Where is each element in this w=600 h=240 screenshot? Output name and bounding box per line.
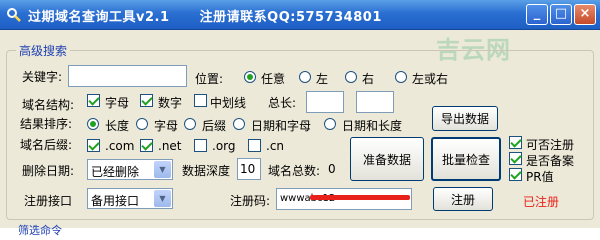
length-min-input[interactable]	[306, 91, 344, 113]
chevron-down-icon[interactable]: ▼	[154, 161, 171, 178]
sort-radio-date-length[interactable]	[324, 118, 336, 130]
sort-option-length: 长度	[105, 119, 130, 133]
structure-hyphen-label: 中划线	[210, 96, 247, 110]
sort-option-date-length: 日期和长度	[342, 119, 403, 133]
delete-date-select[interactable]: 已经删除 ▼	[87, 159, 173, 180]
registration-status: 已注册	[523, 195, 560, 209]
keyword-label: 关键字:	[22, 70, 63, 84]
position-radio-left[interactable]	[299, 71, 311, 83]
sort-option-date-letters: 日期和字母	[251, 119, 312, 133]
api-label: 注册接口	[24, 194, 73, 208]
minimize-button[interactable]: _	[526, 4, 548, 25]
sort-radio-date-letters[interactable]	[233, 118, 245, 130]
chevron-down-icon[interactable]: ▼	[154, 190, 171, 207]
window-title: 过期域名查询工具v2.1 注册请联系QQ:575734801	[28, 10, 382, 25]
position-radio-right[interactable]	[345, 71, 357, 83]
structure-letters-checkbox[interactable]	[87, 94, 100, 107]
option-registrable-checkbox[interactable]	[509, 136, 522, 149]
position-option-any: 任意	[261, 72, 286, 86]
depth-input[interactable]: 10	[237, 158, 261, 180]
app-icon	[7, 8, 21, 22]
suffix-net-checkbox[interactable]	[140, 139, 153, 152]
position-option-left-or-right: 左或右	[412, 72, 449, 86]
total-count-value: 0	[328, 162, 336, 176]
suffix-label: 域名后缀:	[20, 138, 73, 152]
suffix-org-label: .org	[212, 139, 236, 153]
register-button[interactable]: 注册	[433, 187, 493, 211]
position-radio-left-or-right[interactable]	[395, 71, 407, 83]
api-value: 备用接口	[91, 194, 140, 208]
maximize-button[interactable]: □	[550, 4, 572, 25]
close-button[interactable]: ×	[574, 4, 596, 25]
structure-label: 域名结构:	[22, 98, 75, 112]
position-option-left: 左	[316, 72, 329, 86]
sort-radio-suffix[interactable]	[184, 118, 196, 130]
position-label: 位置:	[195, 72, 224, 86]
delete-date-value: 已经删除	[91, 165, 140, 179]
title-bar[interactable]: 过期域名查询工具v2.1 注册请联系QQ:575734801 _ □ ×	[0, 0, 600, 30]
reg-code-label: 注册码:	[230, 194, 271, 208]
sort-radio-length[interactable]	[87, 118, 99, 130]
sort-label: 结果排序:	[20, 117, 73, 131]
sort-option-letters: 字母	[154, 119, 179, 133]
option-pr-label: PR值	[526, 170, 554, 184]
filter-command-label: 筛选命令	[18, 224, 62, 237]
structure-digits-checkbox[interactable]	[140, 94, 153, 107]
position-option-right: 右	[362, 72, 375, 86]
export-data-button[interactable]: 导出数据	[432, 106, 498, 131]
option-pr-checkbox[interactable]	[509, 168, 522, 181]
prepare-data-button[interactable]: 准备数据	[350, 137, 424, 181]
suffix-com-checkbox[interactable]	[87, 139, 100, 152]
total-count-label: 域名总数:	[268, 164, 321, 178]
redaction-mark	[310, 195, 410, 200]
option-icp-checkbox[interactable]	[509, 152, 522, 165]
sort-radio-letters[interactable]	[136, 118, 148, 130]
suffix-net-label: .net	[158, 139, 182, 153]
option-icp-label: 是否备案	[526, 154, 575, 168]
suffix-cn-label: .cn	[266, 139, 285, 153]
sort-option-suffix: 后缀	[202, 119, 227, 133]
structure-letters-label: 字母	[105, 96, 130, 110]
suffix-cn-checkbox[interactable]	[248, 139, 261, 152]
suffix-com-label: .com	[105, 139, 135, 153]
keyword-input[interactable]	[68, 65, 187, 87]
structure-hyphen-checkbox[interactable]	[194, 94, 207, 107]
structure-digits-label: 数字	[158, 96, 183, 110]
delete-date-label: 删除日期:	[22, 164, 75, 178]
depth-label: 数据深度	[182, 164, 231, 178]
position-radio-any[interactable]	[244, 71, 256, 83]
api-select[interactable]: 备用接口 ▼	[87, 188, 173, 209]
group-legend: 高级搜索	[16, 42, 71, 59]
option-registrable-label: 可否注册	[526, 138, 575, 152]
total-length-label: 总长:	[268, 96, 297, 110]
suffix-org-checkbox[interactable]	[194, 139, 207, 152]
batch-check-button[interactable]: 批量检查	[431, 137, 501, 181]
depth-value: 10	[240, 162, 256, 176]
length-max-input[interactable]	[356, 91, 394, 113]
